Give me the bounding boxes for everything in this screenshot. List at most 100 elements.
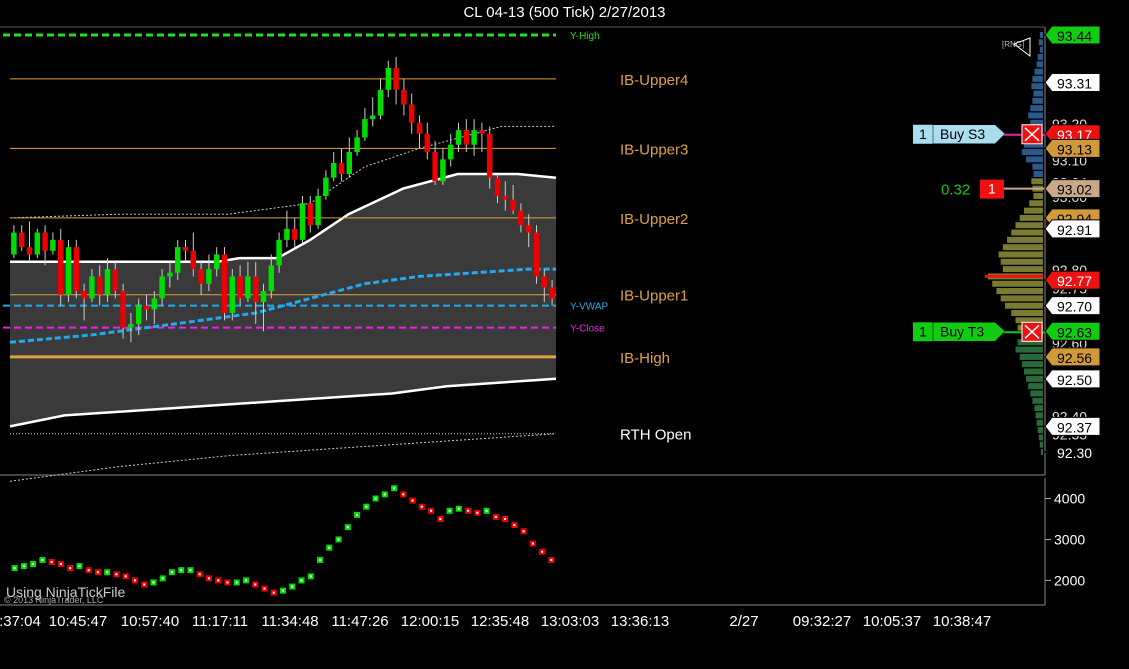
price-tag-label: 92.77 — [1057, 273, 1092, 289]
time-axis: :37:04 10:45:47 10:57:40 11:17:11 11:34:48 11… — [0, 613, 991, 630]
time-axis-label: 10:05:37 — [863, 613, 921, 630]
candle-body — [338, 163, 345, 174]
indicator-point-marker — [356, 513, 359, 516]
indicator-point-marker — [291, 585, 294, 588]
candle-body — [330, 163, 337, 178]
candle-body — [447, 144, 454, 160]
candle-body — [494, 177, 501, 196]
candle-body — [50, 239, 56, 251]
indicator-point-marker — [106, 571, 109, 574]
volume-profile-bar — [1037, 53, 1043, 60]
indicator-point-marker — [180, 569, 183, 572]
volume-profile-bar — [1033, 90, 1043, 97]
candle-body — [221, 254, 228, 313]
candle-body — [377, 89, 384, 116]
keltner-bands — [9, 125, 557, 482]
price-tag-label: 92.37 — [1057, 419, 1092, 435]
candle-body — [362, 119, 368, 138]
candle-body — [120, 291, 126, 328]
indicator-tick-label: 4000 — [1054, 490, 1085, 506]
volume-profile-bar — [1002, 244, 1043, 251]
indicator-point-marker — [254, 583, 257, 586]
candle-body — [369, 115, 376, 120]
candle-body — [440, 159, 446, 182]
candle-body — [268, 265, 275, 292]
volume-profile-bar — [998, 251, 1043, 258]
ref-label-y-vwap: Y-VWAP — [570, 302, 608, 313]
order-qty: 1 — [919, 323, 927, 339]
time-axis-label: 11:17:11 — [192, 613, 248, 630]
candle-body — [401, 89, 407, 105]
candle-body — [323, 177, 329, 196]
indicator-point-marker — [402, 493, 405, 496]
side-label-ib-high: IB-High — [620, 350, 670, 367]
side-label-rth-open: RTH Open — [620, 427, 691, 444]
volume-profile-bar — [1015, 346, 1043, 353]
indicator-point-marker — [152, 581, 155, 584]
volume-profile-bar — [1011, 229, 1043, 236]
indicator-point-marker — [69, 567, 72, 570]
candle-body — [26, 247, 33, 255]
indicator-point-marker — [207, 577, 210, 580]
volume-profile-bar — [1023, 368, 1043, 375]
volume-profile-bar — [1030, 390, 1043, 397]
volume-profile-bar — [1032, 397, 1043, 404]
indicator-point-marker — [319, 558, 322, 561]
indicator-point-marker — [170, 571, 173, 574]
time-axis-label: 12:00:15 — [401, 613, 459, 630]
order-label: Buy T3 — [940, 323, 984, 339]
position-qty: 1 — [988, 181, 996, 197]
position-pnl: 0.32 — [941, 182, 970, 199]
indicator-point-marker — [420, 505, 423, 508]
candle-body — [135, 305, 142, 324]
time-axis-label: 11:34:48 — [261, 613, 318, 630]
volume-profile-bar — [1004, 302, 1043, 309]
candle-body — [385, 67, 392, 90]
candle-body — [245, 276, 251, 299]
indicator-point-marker — [115, 573, 118, 576]
indicator-point-marker — [59, 563, 62, 566]
indicator-point-marker — [124, 575, 127, 578]
indicator-point-marker — [337, 538, 340, 541]
candle-body — [128, 323, 134, 328]
volume-profile-bar — [1026, 156, 1043, 163]
time-axis-label: 10:45:47 — [49, 613, 107, 630]
order-qty: 1 — [919, 126, 927, 142]
candle-body — [424, 133, 431, 153]
candle-body — [34, 232, 41, 255]
time-axis-label: 13:36:13 — [611, 613, 669, 630]
volume-profile-bar — [1000, 295, 1043, 302]
indicator-point-marker — [161, 577, 164, 580]
candle-body — [315, 195, 321, 226]
price-tag-label: 93.31 — [1057, 76, 1092, 92]
volume-profile-bar — [1002, 266, 1043, 273]
candle-body — [486, 133, 493, 178]
volume-profile-bar — [1032, 75, 1043, 82]
time-axis-label: 10:57:40 — [121, 613, 179, 630]
candle-body — [346, 152, 353, 174]
time-axis-label: 2/27 — [729, 613, 758, 630]
candle-body — [455, 130, 462, 145]
candle-body — [525, 225, 532, 233]
candle-body — [291, 228, 298, 240]
candle-body — [237, 276, 243, 299]
indicator-point-marker — [78, 565, 81, 568]
candle-body — [276, 239, 282, 266]
volume-profile-bar — [1021, 149, 1043, 156]
indicator-point-marker — [272, 591, 275, 594]
time-axis-label: 13:03:03 — [541, 613, 599, 630]
volume-profile-bar — [1038, 39, 1043, 46]
time-axis-label: 11:47:26 — [331, 613, 388, 630]
candle-body — [11, 232, 17, 255]
candle-body — [143, 305, 150, 310]
indicator-point-marker — [50, 560, 53, 563]
volume-profile-bar — [1021, 361, 1043, 368]
indicator-point-marker — [133, 579, 136, 582]
candle-body — [479, 130, 485, 134]
candle-body — [112, 269, 119, 292]
volume-profile-bar — [1029, 200, 1043, 207]
chart-canvas[interactable]: Y-High Y-VWAP Y-Close IB-Upper4 IB-Upper3 IB-… — [0, 0, 1129, 669]
candle-body — [81, 291, 87, 299]
candle-body — [393, 67, 399, 90]
price-tag-label: 92.56 — [1057, 350, 1092, 366]
